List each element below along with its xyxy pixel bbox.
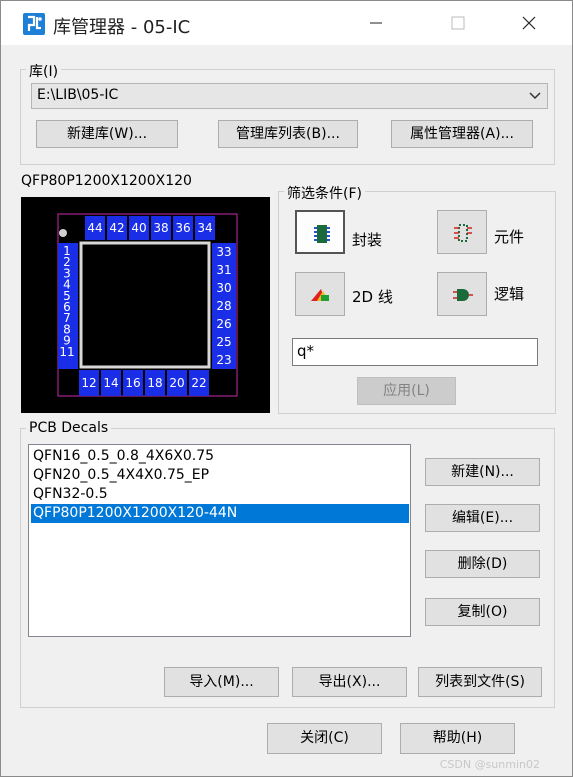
filter-part-label: 元件 bbox=[494, 228, 525, 246]
decal-chip-icon bbox=[314, 225, 330, 243]
pad-label: 23 bbox=[216, 353, 231, 367]
help-button[interactable]: 帮助(H) bbox=[400, 723, 515, 754]
export-button[interactable]: 导出(X)... bbox=[292, 667, 407, 697]
pcb-decals-group-label: PCB Decals bbox=[26, 420, 112, 436]
manage-library-list-button[interactable]: 管理库列表(B)... bbox=[218, 120, 358, 148]
minimize-icon bbox=[370, 22, 382, 24]
apply-button[interactable]: 应用(L) bbox=[357, 377, 456, 405]
pad-label: 40 bbox=[131, 221, 146, 235]
filter-search-field[interactable] bbox=[297, 342, 527, 360]
list-item-selected[interactable]: QFP80P1200X1200X120-44N bbox=[31, 504, 409, 523]
pad-label: 20 bbox=[169, 376, 184, 390]
2d-line-icon bbox=[311, 289, 329, 301]
pad-label: 22 bbox=[191, 376, 206, 390]
maximize-icon bbox=[451, 16, 465, 30]
minimize-button[interactable] bbox=[356, 7, 396, 39]
list-item[interactable]: QFN20_0.5_4X4X0.75_EP bbox=[31, 466, 409, 485]
close-dialog-button[interactable]: 关闭(C) bbox=[267, 723, 382, 754]
pad-label: 44 bbox=[87, 221, 102, 235]
pad-label: 42 bbox=[109, 221, 124, 235]
pad-label: 14 bbox=[103, 376, 118, 390]
import-button[interactable]: 导入(M)... bbox=[164, 667, 279, 697]
decal-preview-drawing: 44 42 40 38 36 3412 14 16 18 20 221234567891133313… bbox=[57, 213, 238, 397]
pad-label: 25 bbox=[216, 335, 231, 349]
component-body bbox=[79, 241, 211, 369]
pad-label: 34 bbox=[197, 221, 212, 235]
close-button[interactable] bbox=[509, 7, 549, 39]
attribute-manager-button[interactable]: 属性管理器(A)... bbox=[391, 120, 533, 148]
delete-decal-button[interactable]: 删除(D) bbox=[425, 550, 540, 578]
title-bar[interactable]: 库管理器 - 05-IC bbox=[1, 1, 572, 45]
part-icon bbox=[454, 224, 472, 242]
pad-label: 38 bbox=[153, 221, 168, 235]
library-manager-window: 库管理器 - 05-IC 库(I) E:\LIB\05-IC 新建库(W)...… bbox=[0, 0, 573, 777]
pad-label: 16 bbox=[125, 376, 140, 390]
new-decal-button[interactable]: 新建(N)... bbox=[425, 458, 540, 486]
watermark: CSDN @sunmin02 bbox=[439, 758, 540, 771]
pad-label: 26 bbox=[216, 317, 231, 331]
pad-label: 36 bbox=[175, 221, 190, 235]
pad-label: 33 bbox=[216, 245, 231, 259]
list-item[interactable]: QFN32-0.5 bbox=[31, 485, 409, 504]
pads-app-icon bbox=[23, 13, 45, 35]
chevron-down-icon bbox=[529, 92, 541, 100]
filter-search-input[interactable] bbox=[292, 338, 538, 366]
filter-decal-button[interactable] bbox=[295, 210, 345, 254]
list-to-file-button[interactable]: 列表到文件(S) bbox=[418, 667, 542, 697]
pad-label: 28 bbox=[216, 299, 231, 313]
pcb-decals-list[interactable]: QFN16_0.5_0.8_4X6X0.75 QFN20_0.5_4X4X0.7… bbox=[28, 444, 411, 637]
decal-preview: 44 42 40 38 36 34 12 14 16 18 20 22 1 2 3 4 5 6 7 8 9 11 33 31 3… bbox=[21, 197, 270, 413]
new-library-button[interactable]: 新建库(W)... bbox=[36, 120, 178, 148]
pad-label: 11 bbox=[59, 345, 74, 359]
pad-label: 31 bbox=[216, 263, 231, 277]
filter-2d-line-button[interactable] bbox=[295, 272, 345, 316]
window-title: 库管理器 - 05-IC bbox=[53, 17, 191, 38]
maximize-button[interactable] bbox=[438, 7, 478, 39]
filter-part-button[interactable] bbox=[437, 210, 487, 254]
copy-decal-button[interactable]: 复制(O) bbox=[425, 598, 540, 626]
pad-label: 30 bbox=[216, 281, 231, 295]
filter-2d-line-label: 2D 线 bbox=[352, 288, 393, 306]
library-select-value: E:\LIB\05-IC bbox=[37, 87, 119, 103]
edit-decal-button[interactable]: 编辑(E)... bbox=[425, 504, 540, 532]
library-group-label: 库(I) bbox=[26, 61, 62, 81]
filter-group-label: 筛选条件(F) bbox=[284, 183, 365, 203]
pad-label: 18 bbox=[147, 376, 162, 390]
filter-logic-label: 逻辑 bbox=[494, 285, 525, 303]
logic-symbol-icon bbox=[453, 289, 473, 301]
close-icon bbox=[522, 16, 536, 30]
filter-decal-label: 封装 bbox=[352, 231, 383, 249]
list-item[interactable]: QFN16_0.5_0.8_4X6X0.75 bbox=[31, 447, 409, 466]
library-select[interactable]: E:\LIB\05-IC bbox=[31, 83, 548, 109]
pad-label: 12 bbox=[81, 376, 96, 390]
filter-logic-button[interactable] bbox=[437, 272, 487, 316]
preview-title: QFP80P1200X1200X120-44N bbox=[21, 173, 191, 189]
pin1-marker bbox=[59, 229, 67, 237]
